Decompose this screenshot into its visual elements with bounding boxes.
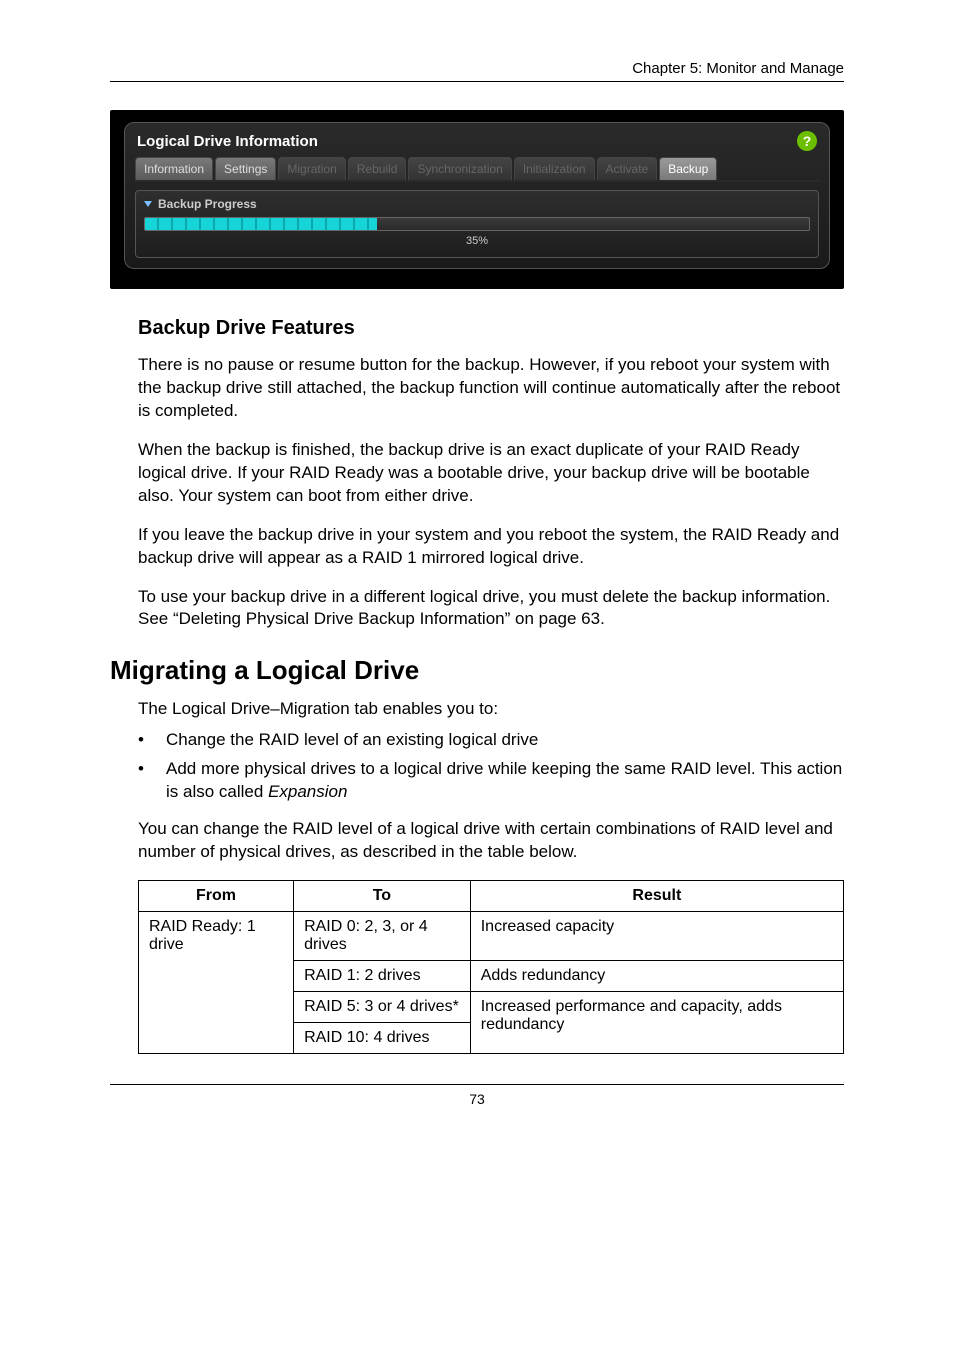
col-result: Result bbox=[470, 881, 843, 912]
tab-backup[interactable]: Backup bbox=[659, 157, 717, 180]
tab-information[interactable]: Information bbox=[135, 157, 213, 180]
progress-bar bbox=[144, 217, 810, 231]
cell-to: RAID 0: 2, 3, or 4 drives bbox=[294, 912, 471, 961]
header-rule bbox=[110, 81, 844, 82]
backup-progress-text: Backup Progress bbox=[158, 197, 257, 211]
tab-migration: Migration bbox=[278, 157, 345, 180]
cell-result: Increased capacity bbox=[470, 912, 843, 961]
table-row: RAID Ready: 1 drive RAID 0: 2, 3, or 4 d… bbox=[139, 912, 844, 961]
panel-title: Logical Drive Information bbox=[137, 133, 318, 150]
footer-rule bbox=[110, 1084, 844, 1085]
list-item: Add more physical drives to a logical dr… bbox=[138, 758, 844, 804]
chevron-down-icon bbox=[144, 201, 152, 207]
tab-rebuild: Rebuild bbox=[348, 157, 407, 180]
cell-to: RAID 5: 3 or 4 drives* bbox=[294, 992, 471, 1023]
cell-to: RAID 1: 2 drives bbox=[294, 961, 471, 992]
tab-settings[interactable]: Settings bbox=[215, 157, 276, 180]
col-to: To bbox=[294, 881, 471, 912]
paragraph: To use your backup drive in a different … bbox=[138, 586, 844, 632]
migration-table: From To Result RAID Ready: 1 drive RAID … bbox=[138, 880, 844, 1054]
cell-result: Increased performance and capacity, adds… bbox=[470, 992, 843, 1054]
heading-migrating-logical-drive: Migrating a Logical Drive bbox=[110, 655, 844, 686]
backup-progress-area: Backup Progress 35% bbox=[135, 190, 819, 258]
expansion-term: Expansion bbox=[268, 782, 347, 801]
logical-drive-panel: Logical Drive Information ? Information … bbox=[124, 122, 830, 269]
screenshot-frame: Logical Drive Information ? Information … bbox=[110, 110, 844, 289]
paragraph: You can change the RAID level of a logic… bbox=[138, 818, 844, 864]
cell-result: Adds redundancy bbox=[470, 961, 843, 992]
help-icon[interactable]: ? bbox=[797, 131, 817, 151]
progress-percent: 35% bbox=[144, 235, 810, 247]
heading-backup-drive-features: Backup Drive Features bbox=[138, 317, 844, 340]
paragraph: There is no pause or resume button for t… bbox=[138, 354, 844, 423]
cell-to: RAID 10: 4 drives bbox=[294, 1023, 471, 1054]
chapter-header: Chapter 5: Monitor and Manage bbox=[110, 60, 844, 77]
paragraph: The Logical Drive–Migration tab enables … bbox=[138, 698, 844, 721]
tab-bar: Information Settings Migration Rebuild S… bbox=[125, 157, 829, 180]
paragraph: If you leave the backup drive in your sy… bbox=[138, 524, 844, 570]
cell-from: RAID Ready: 1 drive bbox=[139, 912, 294, 1054]
tab-activate: Activate bbox=[597, 157, 658, 180]
col-from: From bbox=[139, 881, 294, 912]
list-item: Change the RAID level of an existing log… bbox=[138, 729, 844, 752]
tab-initialization: Initialization bbox=[514, 157, 595, 180]
page-number: 73 bbox=[110, 1091, 844, 1107]
progress-bar-fill bbox=[145, 218, 377, 230]
paragraph: When the backup is finished, the backup … bbox=[138, 439, 844, 508]
table-header-row: From To Result bbox=[139, 881, 844, 912]
tab-synchronization: Synchronization bbox=[408, 157, 511, 180]
backup-progress-label: Backup Progress bbox=[144, 197, 810, 211]
